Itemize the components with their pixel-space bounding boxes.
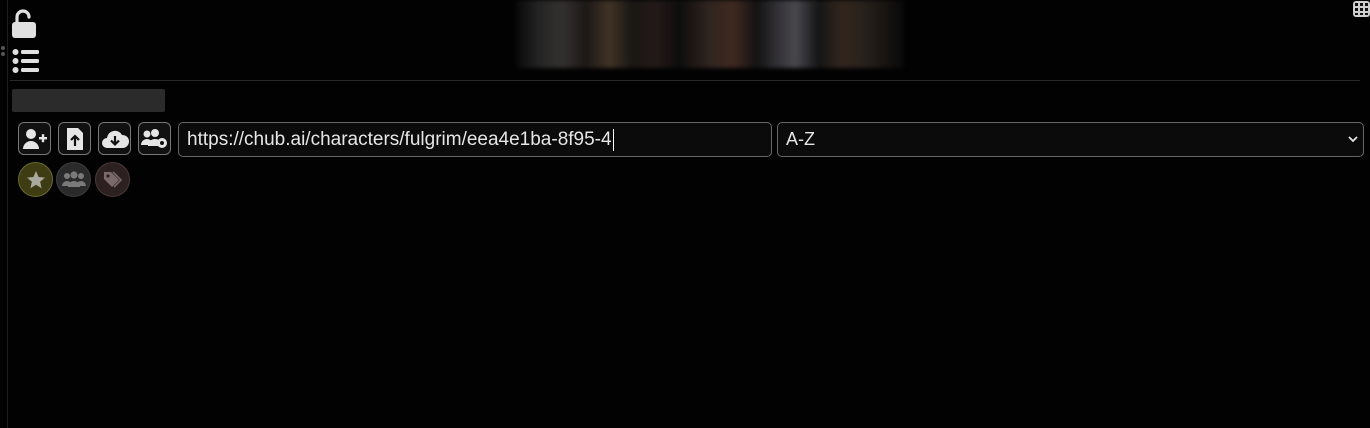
character-name-placeholder — [12, 89, 165, 112]
search-url-input[interactable]: https://chub.ai/characters/fulgrim/eea4e… — [178, 122, 772, 157]
url-input-value: https://chub.ai/characters/fulgrim/eea4e… — [187, 129, 612, 150]
users-gear-icon — [140, 128, 167, 148]
chevron-down-icon — [1348, 136, 1358, 143]
groups-filter[interactable] — [56, 162, 91, 197]
favorites-filter[interactable] — [18, 162, 53, 197]
list-icon[interactable] — [12, 48, 40, 74]
import-file-button[interactable] — [58, 122, 91, 155]
user-plus-icon — [22, 128, 47, 149]
create-group-button[interactable] — [138, 122, 171, 155]
star-icon — [26, 170, 45, 188]
character-panel: https://chub.ai/characters/fulgrim/eea4e… — [0, 0, 1370, 428]
create-character-button[interactable] — [18, 122, 51, 155]
file-upload-icon — [66, 127, 83, 150]
grid-icon[interactable] — [1352, 0, 1370, 18]
sort-order-select[interactable]: A-Z — [777, 122, 1364, 157]
recent-avatars-strip[interactable] — [516, 0, 904, 68]
tags-filter[interactable] — [95, 162, 130, 197]
cloud-download-icon — [101, 130, 129, 148]
users-icon — [61, 170, 86, 187]
header-divider — [10, 80, 1360, 81]
sort-order-value: A-Z — [786, 129, 815, 149]
import-from-url-button[interactable] — [98, 122, 131, 155]
unlocked-icon[interactable] — [10, 9, 38, 39]
text-caret — [612, 128, 614, 151]
panel-divider — [7, 0, 8, 428]
resize-handle[interactable] — [0, 44, 6, 60]
tag-icon — [103, 170, 122, 188]
